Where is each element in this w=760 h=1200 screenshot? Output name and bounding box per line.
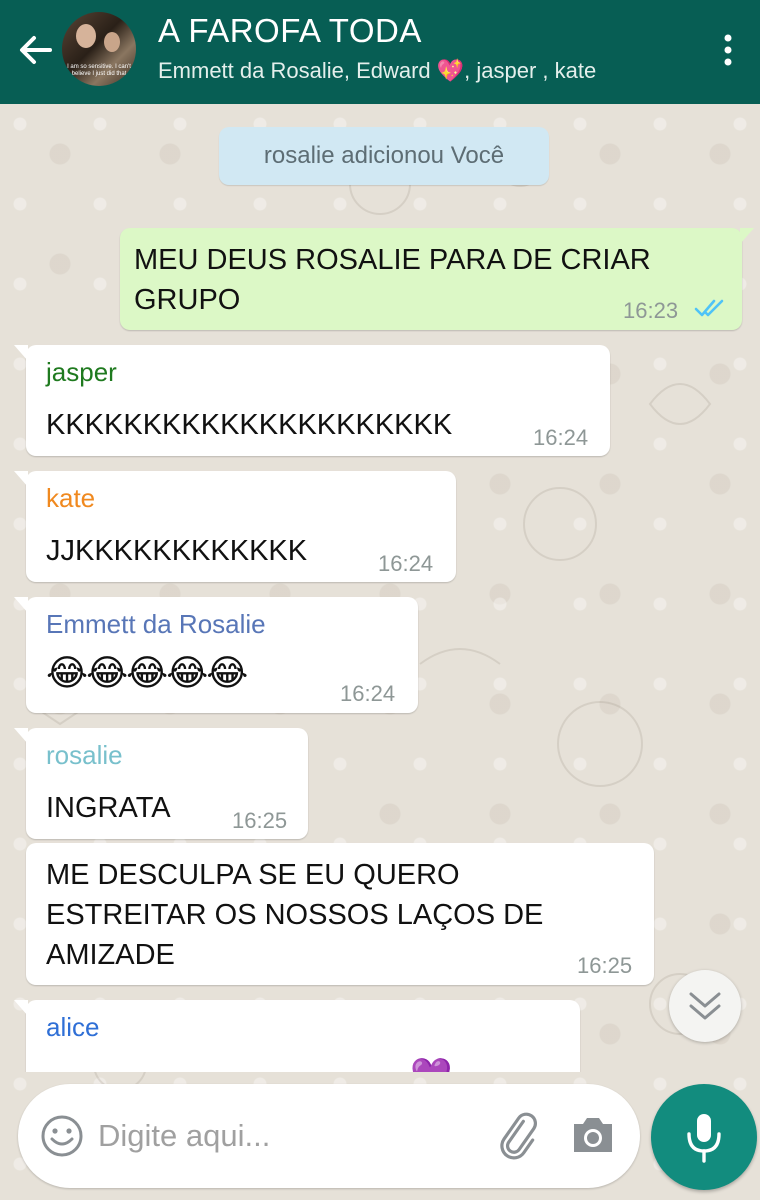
incoming-message[interactable]: alice 💜 [14,1000,580,1072]
message-line: GRUPO [134,284,241,316]
voice-record-button[interactable] [651,1084,757,1190]
message-time: 16:23 [623,298,679,323]
message-line: ESTREITAR OS NOSSOS LAÇOS DE [46,899,544,931]
message-time: 16:24 [340,681,396,706]
partial-message-text [46,1064,386,1072]
group-title[interactable]: A FAROFA TODA [158,12,422,50]
sender-name[interactable]: kate [46,483,95,514]
sender-name[interactable]: jasper [46,357,117,388]
message-time: 16:24 [533,425,589,450]
message-input[interactable] [98,1114,478,1158]
incoming-message[interactable]: rosalie INGRATA 16:25 [14,728,308,839]
message-line: AMIZADE [46,939,175,971]
message-text: JJKKKKKKKKKKKK [46,535,308,567]
message-time: 16:25 [232,808,288,833]
avatar-caption: I am so sensitive. I can't believe I jus… [67,64,131,77]
message-clip-region: alice 💜 [0,990,760,1072]
outgoing-message[interactable]: MEU DEUS ROSALIE PARA DE CRIAR GRUPO 16:… [120,228,754,330]
message-time: 16:24 [378,551,434,576]
camera-icon[interactable] [568,1114,618,1158]
double-chevron-down-icon [689,992,721,1020]
chat-header: I am so sensitive. I can't believe I jus… [0,0,760,104]
message-line: ME DESCULPA SE EU QUERO [46,859,460,891]
microphone-icon [687,1114,721,1163]
sender-name[interactable]: alice [46,1012,99,1043]
members-list-text: Emmett da Rosalie, Edward 💖, jasper , ka… [158,58,597,83]
message-time: 16:25 [577,953,633,978]
incoming-message[interactable]: jasper KKKKKKKKKKKKKKKKKKKKK 16:24 [14,345,610,456]
paperclip-icon[interactable] [496,1112,546,1162]
sender-name[interactable]: rosalie [46,740,123,771]
message-text: MEU DEUS ROSALIE PARA DE CRIAR GRUPO [134,240,651,320]
incoming-message[interactable]: Emmett da Rosalie 😂😂😂😂😂 16:24 [14,597,418,713]
message-emoji-text: 😂😂😂😂😂 [46,652,248,693]
group-members-subtitle[interactable]: Emmett da Rosalie, Edward 💖, jasper , ka… [158,58,652,84]
system-message: rosalie adicionou Você [219,127,549,185]
message-emoji-text: 💜 [410,1056,452,1072]
message-text: INGRATA [46,792,171,824]
scroll-to-bottom-button[interactable] [669,970,741,1042]
overflow-menu-icon[interactable] [718,28,738,72]
message-line: MEU DEUS ROSALIE PARA DE CRIAR [134,244,651,276]
group-avatar[interactable]: I am so sensitive. I can't believe I jus… [62,12,136,86]
incoming-message[interactable]: kate JJKKKKKKKKKKKK 16:24 [14,471,456,582]
sender-name[interactable]: Emmett da Rosalie [46,609,266,640]
incoming-message[interactable]: ME DESCULPA SE EU QUERO ESTREITAR OS NOS… [26,843,654,985]
message-text: ME DESCULPA SE EU QUERO ESTREITAR OS NOS… [46,855,543,975]
smiley-face-icon[interactable] [40,1114,84,1158]
double-check-read-icon [694,298,726,323]
message-composer [18,1084,640,1188]
back-arrow-icon[interactable] [14,28,58,72]
message-text: KKKKKKKKKKKKKKKKKKKKK [46,409,453,441]
